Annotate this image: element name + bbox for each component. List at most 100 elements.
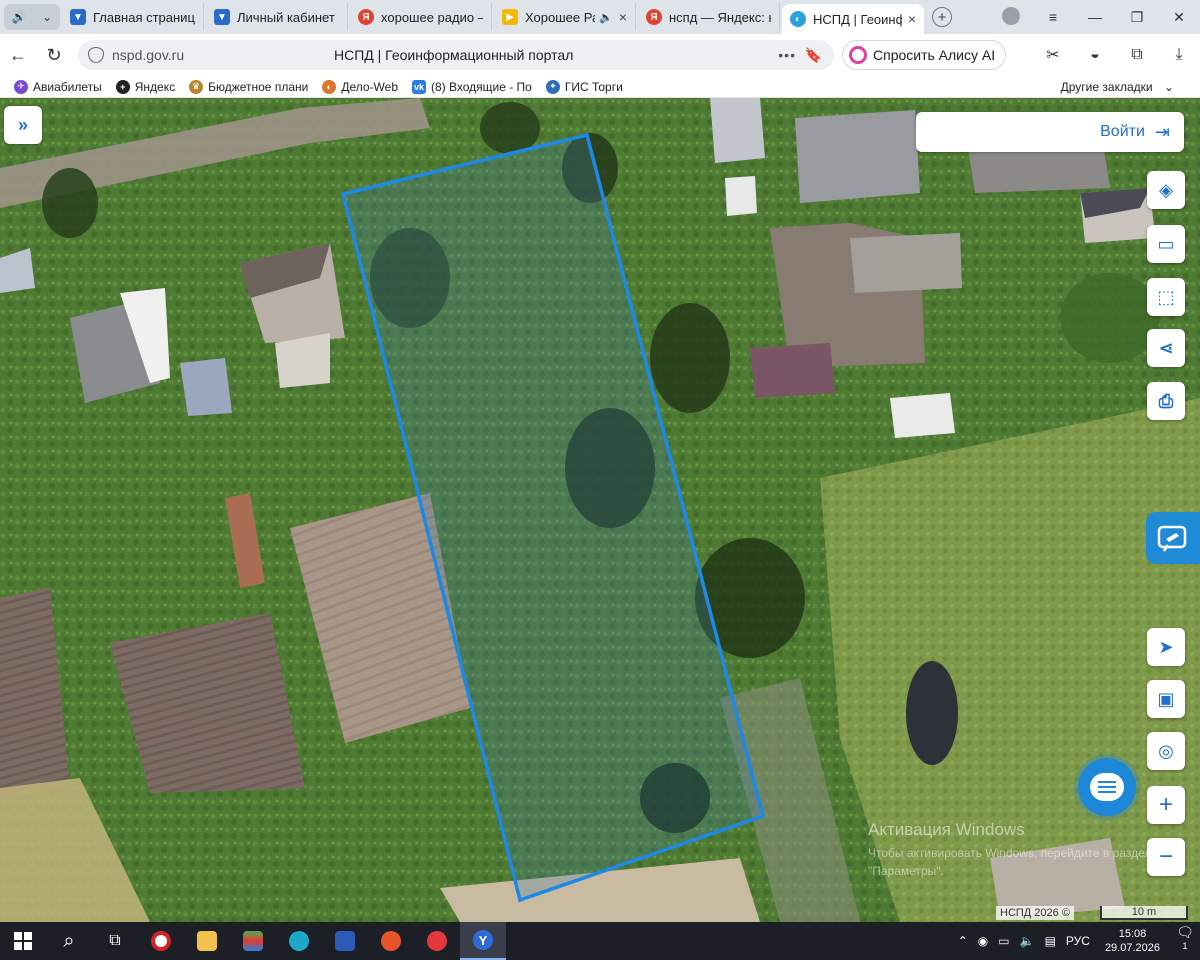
taskbar-yandex-browser[interactable]: Y [460,922,506,960]
bookmark-budget[interactable]: ♛ Бюджетное плани [189,79,308,94]
close-icon[interactable]: × [619,9,627,25]
print-button[interactable]: ⎙ [1147,382,1185,420]
chat-icon [1090,773,1124,801]
address-bar[interactable]: nspd.gov.ru НСПД | Геоинформационный пор… [78,40,834,70]
chat-button[interactable] [1078,758,1136,816]
download-icon[interactable]: ⤓ [1158,46,1200,64]
taskbar-app-7[interactable] [414,922,460,960]
bookmark-vk-inbox[interactable]: vk (8) Входящие - По [412,79,532,94]
yandex-browser-icon: Y [473,930,493,950]
speaker-icon[interactable]: 🔈 [599,11,613,24]
language-indicator[interactable]: РУС [1066,934,1090,948]
yandex-icon: Я [358,9,374,25]
locate-search-button[interactable]: ◎ [1147,732,1185,770]
double-chevron-right-icon: » [17,114,28,135]
volume-icon[interactable]: 🔈 [1020,934,1035,948]
play-icon: ▶ [502,9,518,25]
url-text: nspd.gov.ru [112,47,185,63]
map-view[interactable]: » Войти ⇥ ◈ ▭ ⬚ ⋖ ⎙ ➤ ▣ ◎ + − Активация … [0,98,1200,922]
tab-good-radio-search[interactable]: Я хорошее радио – [350,3,492,31]
clock-date: 29.07.2026 [1104,942,1160,954]
chevron-up-icon[interactable]: ⌃ [958,934,968,948]
tab-main-page[interactable]: ▼ Главная страница [62,3,204,31]
notification-icon: 🗨 [1176,924,1194,941]
restore-button[interactable]: ❐ [1116,9,1158,26]
reader-icon[interactable]: ◒ [1074,46,1116,64]
bookmark-label: (8) Входящие - По [431,79,532,94]
network-icon[interactable]: ▤ [1045,934,1056,948]
other-bookmarks[interactable]: Другие закладки ⌄ [1061,80,1174,94]
share-button[interactable]: ⋖ [1147,329,1185,367]
task-view-button[interactable]: ⧉ [92,922,138,960]
bookmark-label: Авиабилеты [33,79,102,94]
bookmark-delo[interactable]: ◐ Дело-Web [322,79,398,94]
collections-icon[interactable]: ⧉ [1116,46,1158,64]
close-icon[interactable]: × [908,11,916,27]
monitor-icon[interactable]: ▭ [998,934,1009,948]
tab-personal-account[interactable]: ▼ Личный кабинет [206,3,348,31]
tab-audio-menu-button[interactable]: 🔊 ⌄ [4,4,60,30]
measure-button[interactable]: ▭ [1147,225,1185,263]
notification-button[interactable]: 🗨1 [1170,924,1200,958]
back-arrow-icon[interactable]: ← [0,45,36,66]
start-button[interactable] [0,922,46,960]
plus-icon: + [1158,791,1173,818]
toolbar-extensions: ✂ ◒ ⧉ ⤓ [1032,45,1200,65]
taskbar-app-6[interactable] [368,922,414,960]
taskbar-app-3[interactable] [230,922,276,960]
tab-nspd-search[interactable]: Я нспд — Яндекс: н [638,3,780,31]
taskbar-file-explorer[interactable] [184,922,230,960]
ask-alice-button[interactable]: Спросить Алису AI [842,40,1007,70]
speaker-icon: 🔊 [11,10,27,24]
extension-icon[interactable]: ✂ [1032,45,1074,65]
task-view-icon: ⧉ [109,932,121,949]
bookmark-label: ГИС Торги [564,79,623,94]
tab-nspd-portal[interactable]: ◐ НСПД | Геоинф × [782,4,924,34]
windows-logo-icon [14,932,32,950]
reload-icon[interactable]: ↻ [36,45,72,66]
tab-title: Главная страница [93,9,195,25]
app-icon [243,931,263,951]
tab-bar: 🔊 ⌄ ▼ Главная страница ▼ Личный кабинет … [0,0,1200,34]
feedback-icon [1157,525,1187,552]
search-button[interactable]: ⌕ [46,922,92,960]
profile-button[interactable] [990,6,1032,28]
tab-good-radio[interactable]: ▶ Хорошее Ра 🔈 × [494,3,636,31]
taskbar-app-1[interactable] [138,922,184,960]
bookmark-label: Яндекс [134,79,176,94]
login-label: Войти [1100,123,1145,140]
tab-title: НСПД | Геоинф [813,11,902,27]
webcam-icon[interactable]: ◉ [978,934,988,948]
close-window-button[interactable]: ✕ [1158,9,1200,26]
tab-title: Личный кабинет [237,9,335,25]
geolocate-button[interactable]: ➤ [1147,628,1185,666]
emblem-icon: ♛ [189,79,204,94]
menu-icon[interactable]: ≡ [1032,9,1074,25]
more-dots-icon[interactable]: ••• [778,47,796,63]
feedback-tab[interactable] [1146,512,1200,564]
bookmark-avia[interactable]: ✈ Авиабилеты [14,79,102,94]
layers-button[interactable]: ◈ [1147,171,1185,209]
login-button[interactable]: Войти ⇥ [916,112,1184,152]
zoom-in-button[interactable]: + [1147,786,1185,824]
new-tab-button[interactable]: + [932,7,952,27]
bookmark-gis-torgi[interactable]: ✦ ГИС Торги [545,79,623,94]
expand-panel-button[interactable]: » [4,106,42,144]
login-icon: ⇥ [1154,121,1170,142]
navigation-arrow-icon: ➤ [1158,636,1174,657]
area-search-button[interactable]: ⬚ [1147,278,1185,316]
taskbar-edge[interactable] [276,922,322,960]
target-search-icon: ◎ [1158,740,1174,761]
app-icon [381,931,401,951]
minimize-button[interactable]: — [1074,9,1116,25]
minimap-button[interactable]: ▣ [1147,680,1185,718]
satellite-imagery[interactable] [0,98,1200,922]
clock-time: 15:08 [1118,928,1147,940]
activation-watermark-text: Чтобы активировать Windows, перейдите в … [868,846,1152,878]
bookmark-icon[interactable]: 🔖 [805,47,822,64]
yandex-icon: Я [646,9,662,25]
folder-icon [197,931,217,951]
clock[interactable]: 15:08 29.07.2026 [1105,927,1160,955]
bookmark-yandex[interactable]: + Яндекс [115,79,176,94]
taskbar-word[interactable] [322,922,368,960]
